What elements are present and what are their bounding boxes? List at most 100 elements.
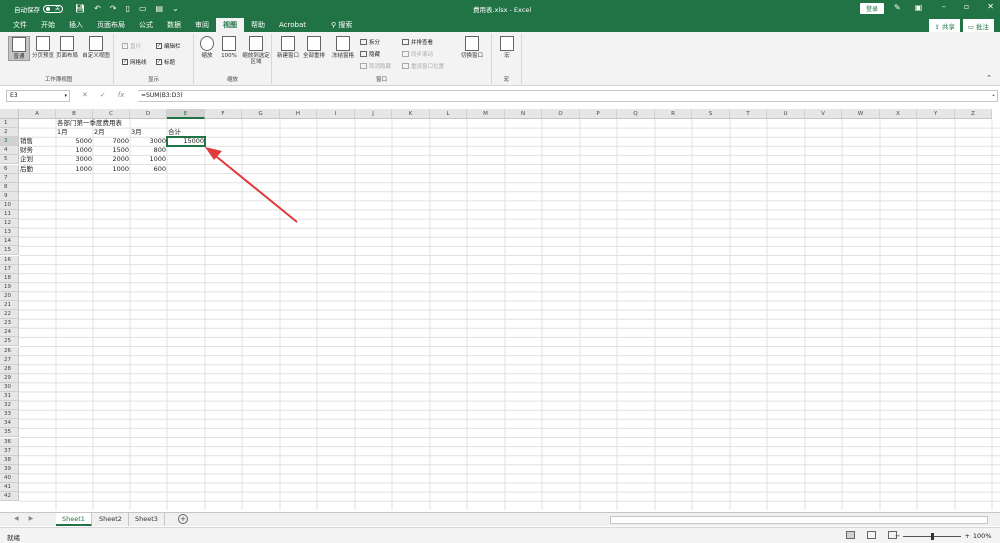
row-header[interactable]: 6 xyxy=(0,164,19,174)
menu-tab[interactable]: 审阅 xyxy=(188,18,216,32)
column-header[interactable]: Q xyxy=(617,109,655,119)
column-header[interactable]: T xyxy=(730,109,767,119)
column-header[interactable]: Z xyxy=(955,109,992,119)
name-box-dropdown-icon[interactable]: ▾ xyxy=(64,91,67,101)
row-header[interactable]: 3 xyxy=(0,137,19,147)
add-sheet-button[interactable]: + xyxy=(178,514,188,524)
undo-icon[interactable]: ↶ xyxy=(94,4,101,13)
switch-windows-button[interactable]: 切换窗口 xyxy=(458,36,486,59)
row-header[interactable]: 15 xyxy=(0,246,19,256)
row-header[interactable]: 17 xyxy=(0,264,19,274)
save-icon[interactable]: 💾︎ xyxy=(75,4,85,13)
sync-scroll-button[interactable]: 同步滚动 xyxy=(402,50,433,58)
customize-qat-icon[interactable]: ⌄ xyxy=(172,4,179,13)
new-file-icon[interactable]: ▯ xyxy=(126,4,130,13)
sheet-title-cell[interactable]: 各部门第一季度费用表 xyxy=(56,119,122,128)
row-header[interactable]: 27 xyxy=(0,355,19,365)
row-header[interactable]: 26 xyxy=(0,346,19,356)
zoom-slider[interactable] xyxy=(903,532,962,540)
row-header[interactable]: 31 xyxy=(0,392,19,402)
formula-input[interactable]: =SUM(B3:D3) xyxy=(138,90,998,102)
row-header[interactable]: 1 xyxy=(0,119,19,129)
menu-tab[interactable]: 数据 xyxy=(160,18,188,32)
dept-cell[interactable]: 后勤 xyxy=(19,165,56,174)
dept-cell[interactable]: 企划 xyxy=(19,155,56,164)
row-header[interactable]: 21 xyxy=(0,301,19,311)
close-icon[interactable]: ✕ xyxy=(987,2,994,11)
zoom-out-icon[interactable]: − xyxy=(895,532,900,540)
active-cell-selection[interactable] xyxy=(166,136,206,148)
row-header[interactable]: 25 xyxy=(0,337,19,347)
column-header[interactable]: X xyxy=(880,109,917,119)
autosave-toggle[interactable]: 关 xyxy=(43,4,63,13)
open-file-icon[interactable]: ▭ xyxy=(139,4,147,13)
row-header[interactable]: 40 xyxy=(0,473,19,483)
name-box[interactable]: E3 ▾ xyxy=(6,90,70,102)
row-header[interactable]: 35 xyxy=(0,428,19,438)
row-header[interactable]: 11 xyxy=(0,210,19,220)
row-header[interactable]: 9 xyxy=(0,191,19,201)
column-header[interactable]: K xyxy=(392,109,430,119)
row-header[interactable]: 5 xyxy=(0,155,19,165)
header-cell[interactable]: 2月 xyxy=(93,128,130,137)
menu-tab[interactable]: 帮助 xyxy=(244,18,272,32)
column-header[interactable]: F xyxy=(205,109,242,119)
menu-tab[interactable]: Acrobat xyxy=(272,18,313,32)
row-header[interactable]: 8 xyxy=(0,182,19,192)
row-header[interactable]: 2 xyxy=(0,128,19,138)
value-cell[interactable]: 600 xyxy=(130,165,167,174)
minimize-icon[interactable]: – xyxy=(942,2,946,11)
row-header[interactable]: 16 xyxy=(0,255,19,265)
row-header[interactable]: 30 xyxy=(0,382,19,392)
page-layout-button[interactable]: 页面布局 xyxy=(56,36,78,59)
column-header[interactable]: J xyxy=(355,109,392,119)
value-cell[interactable]: 3000 xyxy=(56,155,93,164)
column-header[interactable]: I xyxy=(317,109,355,119)
search-box[interactable]: ⚲ 搜索 xyxy=(331,18,352,32)
column-header[interactable]: S xyxy=(692,109,730,119)
value-cell[interactable]: 1000 xyxy=(130,155,167,164)
column-header[interactable]: G xyxy=(242,109,280,119)
ribbon-display-icon[interactable]: ▣ xyxy=(915,3,923,12)
menu-tab[interactable]: 开始 xyxy=(34,18,62,32)
unhide-button[interactable]: 取消隐藏 xyxy=(360,62,391,70)
column-header[interactable]: B xyxy=(56,109,93,119)
row-header[interactable]: 19 xyxy=(0,282,19,292)
redo-icon[interactable]: ↷ xyxy=(110,4,117,13)
normal-view-button[interactable]: 普通 xyxy=(8,36,30,61)
reset-position-button[interactable]: 重设窗口位置 xyxy=(402,62,444,70)
autosave-control[interactable]: 自动保存 关 xyxy=(14,4,63,14)
collapse-ribbon-icon[interactable]: ⌃ xyxy=(986,74,992,82)
column-header[interactable]: N xyxy=(505,109,542,119)
zoom-100-button[interactable]: 100% xyxy=(218,36,240,59)
row-header[interactable]: 38 xyxy=(0,455,19,465)
row-header[interactable]: 29 xyxy=(0,373,19,383)
row-header[interactable]: 41 xyxy=(0,483,19,493)
row-header[interactable]: 23 xyxy=(0,319,19,329)
row-header[interactable]: 4 xyxy=(0,146,19,156)
hide-button[interactable]: 隐藏 xyxy=(360,50,380,58)
print-preview-icon[interactable]: ▤ xyxy=(156,4,164,13)
menu-tab[interactable]: 插入 xyxy=(62,18,90,32)
menu-tab[interactable]: 视图 xyxy=(216,18,244,32)
normal-view-status-icon[interactable] xyxy=(846,531,855,539)
sheet-tab[interactable]: Sheet2 xyxy=(93,513,129,526)
value-cell[interactable]: 3000 xyxy=(130,137,167,146)
row-header[interactable]: 36 xyxy=(0,437,19,447)
column-header[interactable]: D xyxy=(130,109,167,119)
column-header[interactable]: O xyxy=(542,109,580,119)
headings-checkbox[interactable]: ✓ 标题 xyxy=(156,58,175,66)
column-header[interactable]: R xyxy=(655,109,692,119)
zoom-slider-thumb[interactable] xyxy=(931,532,935,540)
formula-bar-checkbox[interactable]: ✓ 编辑栏 xyxy=(156,42,181,50)
row-header[interactable]: 10 xyxy=(0,200,19,210)
row-header[interactable]: 32 xyxy=(0,401,19,411)
row-header[interactable]: 14 xyxy=(0,237,19,247)
insert-function-icon[interactable]: fx xyxy=(118,91,125,99)
comments-button[interactable]: ▭ 批注 xyxy=(962,19,994,33)
zoom-in-icon[interactable]: + xyxy=(964,532,969,540)
row-header[interactable]: 33 xyxy=(0,410,19,420)
arrange-all-button[interactable]: 全部重排 xyxy=(302,36,326,59)
side-by-side-button[interactable]: 并排查看 xyxy=(402,38,433,46)
zoom-to-selection-button[interactable]: 缩放到选定区域 xyxy=(242,36,270,65)
